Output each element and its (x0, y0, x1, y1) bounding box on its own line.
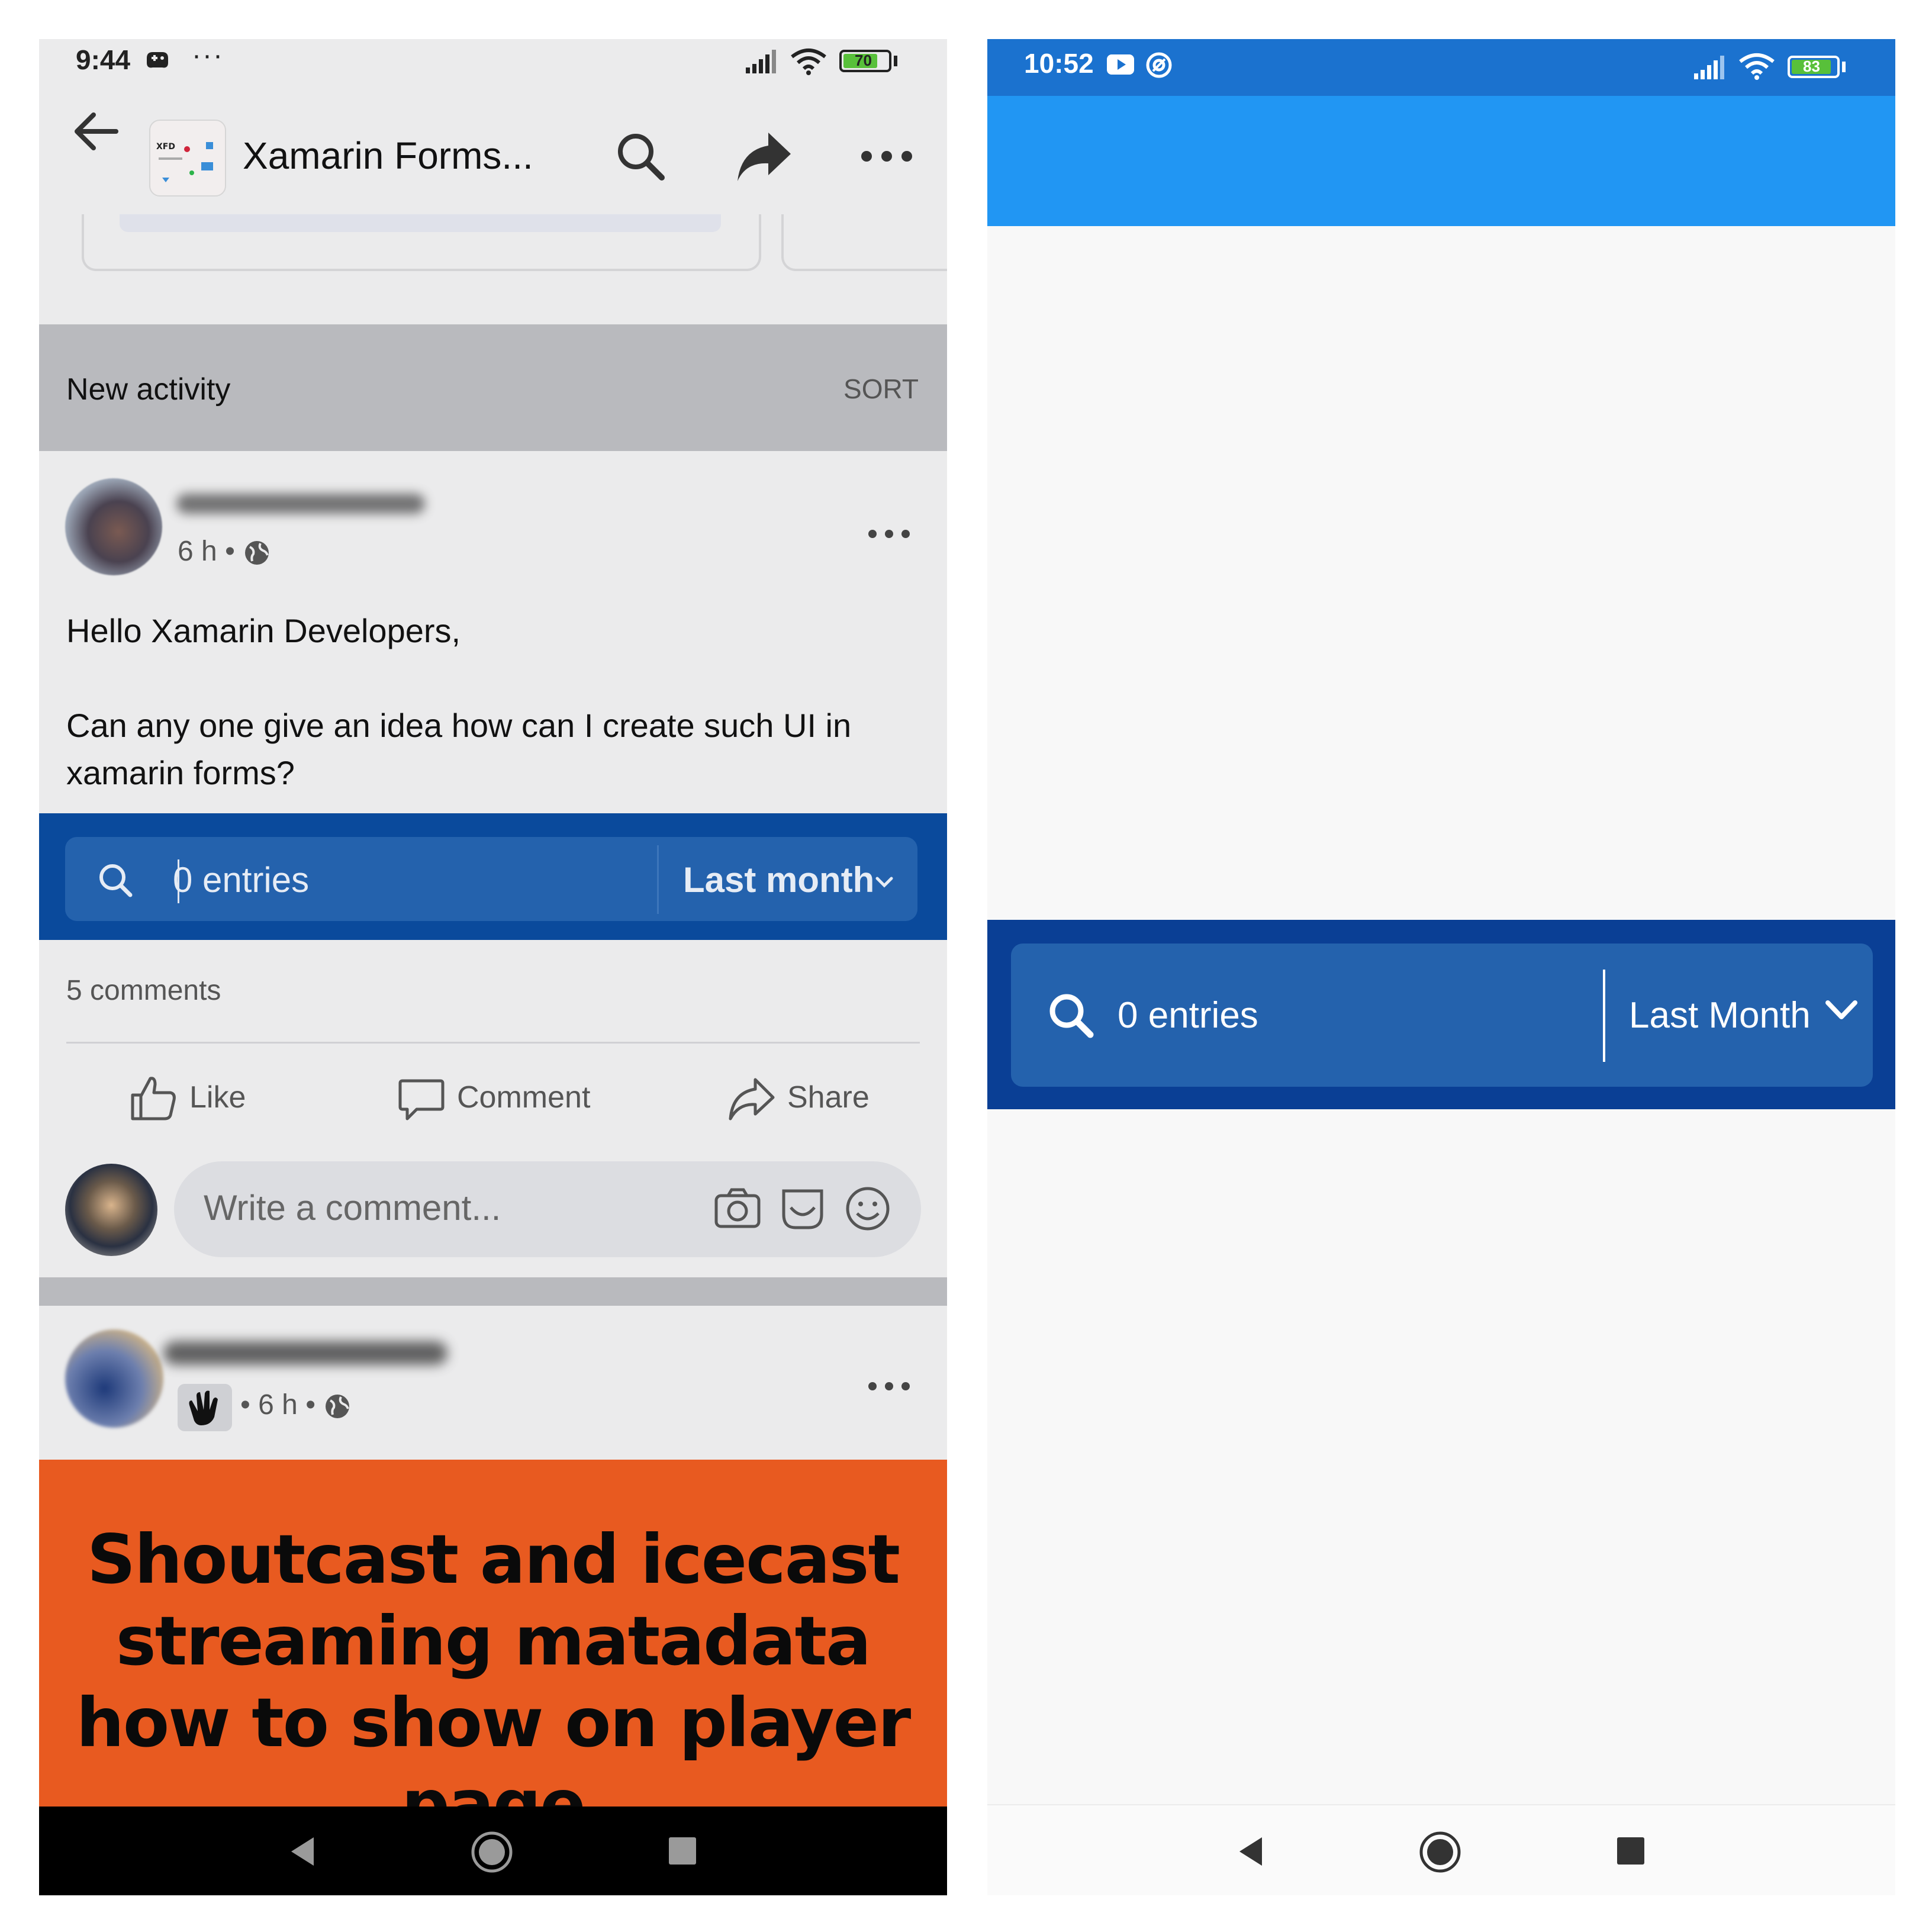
previous-card-2 (781, 214, 947, 271)
battery-icon: 70 (839, 50, 891, 72)
battery-tip (1842, 62, 1846, 72)
wave-badge (178, 1384, 232, 1431)
chevron-down-icon[interactable] (1824, 998, 1859, 1024)
post-author-name-blurred[interactable] (176, 494, 425, 514)
battery-level: 70 (855, 51, 872, 69)
search-icon[interactable] (1045, 990, 1096, 1041)
more-icon[interactable] (856, 128, 917, 185)
post-text: Hello Xamarin Developers, Can any one gi… (66, 612, 852, 791)
post2-banner-text: Shoutcast and icecast streaming matadata… (76, 1520, 911, 1809)
status-more-dots: ··· (192, 40, 224, 71)
embedded-search-container: 0 entries Last month (65, 837, 917, 921)
current-user-avatar[interactable] (65, 1164, 157, 1256)
comment-placeholder: Write a comment... (204, 1188, 501, 1228)
like-icon (131, 1077, 176, 1120)
entries-search-input[interactable]: 0 entries (1118, 994, 1258, 1036)
embedded-entries-text: 0 entries (173, 860, 310, 900)
embedded-period-label: Last month (683, 860, 875, 900)
status-bar: 9:44 ··· 70 (39, 39, 947, 84)
share-button[interactable]: Share (726, 1067, 880, 1126)
share-label: Share (787, 1080, 870, 1115)
battery-icon: 83 (1788, 56, 1840, 78)
like-button[interactable]: Like (128, 1067, 282, 1126)
nav-back-icon[interactable] (285, 1834, 321, 1869)
search-icon[interactable] (612, 128, 669, 185)
game-controller-icon (147, 52, 168, 68)
comment-input[interactable]: Write a comment... (174, 1161, 921, 1257)
period-picker[interactable]: Last Month (1629, 994, 1811, 1036)
share-icon[interactable] (733, 128, 794, 185)
sort-button[interactable]: SORT (843, 373, 919, 405)
previous-card (82, 214, 761, 271)
svg-text:XFD: XFD (156, 142, 175, 152)
status-time: 9:44 (76, 44, 131, 75)
wifi-icon (791, 49, 826, 75)
search-icon (99, 864, 133, 897)
sticker-icon[interactable] (778, 1184, 827, 1234)
chevron-down-icon (875, 877, 893, 888)
nav-back-icon[interactable] (1234, 1834, 1269, 1869)
globe-icon (245, 541, 269, 565)
share-icon (729, 1078, 775, 1120)
post2-author-avatar[interactable] (65, 1329, 163, 1428)
filter-divider (1603, 970, 1605, 1062)
post2-author-name-blurred[interactable] (163, 1341, 447, 1365)
post2-time: 6 h (258, 1389, 298, 1421)
camera-icon[interactable] (713, 1184, 762, 1234)
emoji-icon[interactable] (843, 1184, 893, 1234)
left-phone-screen: 9:44 ··· 70 XFD Xamarin Forms... New act… (39, 39, 947, 1895)
comments-count[interactable]: 5 comments (66, 974, 221, 1007)
app-bar (987, 96, 1895, 226)
group-title[interactable]: Xamarin Forms... (243, 134, 533, 178)
signal-icon (1694, 56, 1724, 79)
embedded-screenshot-search-bar: 0 entries Last month (39, 813, 947, 940)
like-label: Like (189, 1080, 246, 1115)
post-meta: 6 h • (178, 535, 271, 568)
status-bar: 10:52 83 (987, 39, 1895, 96)
group-avatar[interactable]: XFD (149, 120, 226, 197)
post-author-avatar[interactable] (65, 478, 162, 575)
post-separator (39, 1277, 947, 1306)
nav-recents-icon[interactable] (1616, 1836, 1646, 1866)
group-logo-icon: XFD (156, 142, 213, 182)
right-phone-screen: 10:52 83 0 entries Last Month (987, 39, 1895, 1895)
comment-icon (398, 1079, 445, 1120)
new-activity-title: New activity (66, 372, 231, 407)
youtube-icon (1107, 54, 1134, 75)
comment-label: Comment (457, 1080, 591, 1115)
nav-recents-icon[interactable] (668, 1836, 697, 1866)
post-more-icon[interactable] (865, 522, 913, 546)
comment-button[interactable]: Comment (397, 1067, 610, 1126)
nav-home-icon[interactable] (1418, 1830, 1462, 1874)
post2-more-icon[interactable] (865, 1374, 913, 1398)
wifi-icon (1739, 53, 1775, 80)
new-activity-header: New activity SORT (39, 324, 947, 451)
search-filter-container: 0 entries Last Month (1011, 944, 1873, 1087)
nav-home-icon[interactable] (470, 1830, 514, 1874)
back-arrow-icon[interactable] (69, 103, 125, 160)
globe-icon (326, 1395, 350, 1419)
post-time: 6 h (178, 536, 217, 567)
navigation-bar (987, 1805, 1895, 1895)
embedded-divider (657, 845, 659, 914)
signal-icon (746, 50, 776, 73)
battery-tip (894, 56, 897, 66)
at-sign-icon (1146, 52, 1172, 78)
wave-icon (189, 1390, 218, 1425)
post2-meta: • 6 h • (240, 1389, 352, 1421)
search-filter-bar: 0 entries Last Month (987, 920, 1895, 1109)
post-divider (66, 1042, 920, 1044)
battery-level: 83 (1803, 57, 1820, 75)
post2-banner[interactable]: Shoutcast and icecast streaming matadata… (39, 1460, 947, 1809)
status-time: 10:52 (1024, 48, 1094, 79)
navigation-bar (39, 1807, 947, 1895)
